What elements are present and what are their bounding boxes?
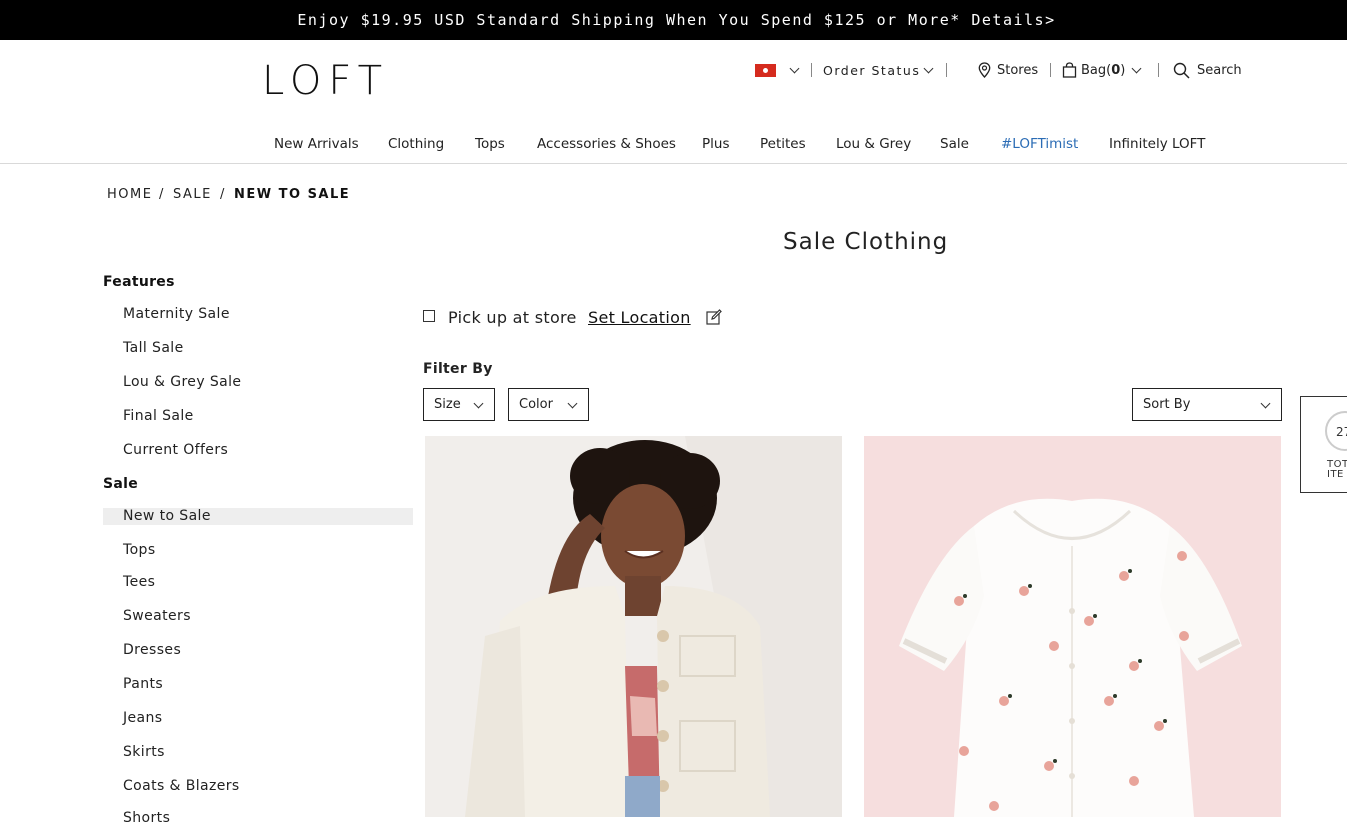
order-status-label: Order Status <box>823 62 921 78</box>
sidebar-item-tall-sale[interactable]: Tall Sale <box>123 340 184 356</box>
nav-divider <box>0 163 1347 164</box>
divider <box>946 63 947 77</box>
total-items-label-line2: ITE <box>1327 469 1344 480</box>
sort-by-label: Sort By <box>1143 397 1191 412</box>
chevron-down-icon <box>567 398 578 409</box>
sidebar-item-tops[interactable]: Tops <box>123 542 156 558</box>
sidebar-item-coats-blazers[interactable]: Coats & Blazers <box>123 778 240 794</box>
nav-petites[interactable]: Petites <box>760 136 806 152</box>
chevron-down-icon <box>473 398 484 409</box>
nav-clothing[interactable]: Clothing <box>388 136 444 152</box>
order-status-menu[interactable]: Order Status <box>823 60 934 80</box>
chevron-down-icon <box>923 63 934 73</box>
shopping-bag-icon <box>1062 62 1077 78</box>
sidebar-item-tees[interactable]: Tees <box>123 574 155 590</box>
set-location-link[interactable]: Set Location <box>588 308 691 327</box>
product-image-floral-top[interactable] <box>864 436 1281 817</box>
promo-banner[interactable]: Enjoy $19.95 USD Standard Shipping When … <box>0 0 1347 40</box>
breadcrumb-home[interactable]: HOME <box>107 187 152 202</box>
sidebar-item-pants[interactable]: Pants <box>123 676 163 692</box>
loft-logo[interactable]: LOFT <box>262 58 389 104</box>
chevron-down-icon <box>789 63 800 73</box>
chevron-down-icon <box>1260 398 1271 409</box>
product-image-white-jacket[interactable] <box>425 436 842 817</box>
sidebar-item-final-sale[interactable]: Final Sale <box>123 408 194 424</box>
color-filter-dropdown[interactable]: Color <box>508 388 589 421</box>
bag-button[interactable]: Bag(0) <box>1062 60 1142 80</box>
sidebar-item-current-offers[interactable]: Current Offers <box>123 442 228 458</box>
bag-label: Bag( <box>1081 62 1112 78</box>
promo-text[interactable]: Enjoy $19.95 USD Standard Shipping When … <box>297 11 1055 29</box>
total-items-label: TOT ITE <box>1327 460 1347 480</box>
filter-by-heading: Filter By <box>423 361 493 377</box>
search-label: Search <box>1197 62 1242 78</box>
edit-pencil-icon[interactable] <box>706 309 722 325</box>
nav-plus[interactable]: Plus <box>702 136 729 152</box>
sidebar-item-lou-grey-sale[interactable]: Lou & Grey Sale <box>123 374 241 390</box>
sale-heading: Sale <box>103 476 139 492</box>
nav-lou-grey[interactable]: Lou & Grey <box>836 136 911 152</box>
divider <box>811 63 812 77</box>
breadcrumb-sale[interactable]: SALE <box>173 187 212 202</box>
page-title: Sale Clothing <box>783 229 949 255</box>
bag-count: 0 <box>1111 62 1121 78</box>
total-items-widget[interactable]: 27 TOT ITE <box>1300 396 1347 493</box>
color-filter-label: Color <box>519 397 553 412</box>
total-items-count: 27 <box>1336 425 1347 439</box>
size-filter-label: Size <box>434 397 461 412</box>
chevron-down-icon <box>1131 63 1142 73</box>
sidebar-item-skirts[interactable]: Skirts <box>123 744 165 760</box>
product-photo-floral-top <box>864 436 1281 817</box>
breadcrumb-separator: / <box>220 187 226 202</box>
pickup-checkbox[interactable] <box>423 310 435 322</box>
country-dropdown[interactable] <box>785 60 800 80</box>
nav-tops[interactable]: Tops <box>475 136 505 152</box>
nav-loftimist[interactable]: #LOFTimist <box>1001 136 1078 152</box>
location-pin-icon <box>978 62 991 78</box>
nav-new-arrivals[interactable]: New Arrivals <box>274 136 359 152</box>
stores-link[interactable]: Stores <box>978 60 1038 80</box>
sidebar-item-jeans[interactable]: Jeans <box>123 710 163 726</box>
divider <box>1050 63 1051 77</box>
size-filter-dropdown[interactable]: Size <box>423 388 495 421</box>
product-photo-jacket <box>425 436 842 817</box>
sidebar-item-new-to-sale[interactable]: New to Sale <box>123 508 211 524</box>
sidebar-item-dresses[interactable]: Dresses <box>123 642 181 658</box>
sidebar-item-maternity-sale[interactable]: Maternity Sale <box>123 306 230 322</box>
stores-label: Stores <box>997 62 1039 78</box>
nav-accessories-shoes[interactable]: Accessories & Shoes <box>537 136 676 152</box>
hong-kong-flag-icon[interactable] <box>755 64 776 77</box>
breadcrumb-separator: / <box>159 187 165 202</box>
breadcrumb-current: NEW TO SALE <box>234 187 351 202</box>
sidebar-item-sweaters[interactable]: Sweaters <box>123 608 191 624</box>
search-icon <box>1173 62 1190 79</box>
bag-close-paren: ) <box>1120 62 1126 78</box>
nav-infinitely-loft[interactable]: Infinitely LOFT <box>1109 136 1205 152</box>
sort-by-dropdown[interactable]: Sort By <box>1132 388 1282 421</box>
features-heading: Features <box>103 274 175 290</box>
divider <box>1158 63 1159 77</box>
search-button[interactable]: Search <box>1173 60 1242 80</box>
pickup-label: Pick up at store <box>448 308 577 327</box>
sidebar-item-shorts[interactable]: Shorts <box>123 810 170 826</box>
nav-sale[interactable]: Sale <box>940 136 969 152</box>
